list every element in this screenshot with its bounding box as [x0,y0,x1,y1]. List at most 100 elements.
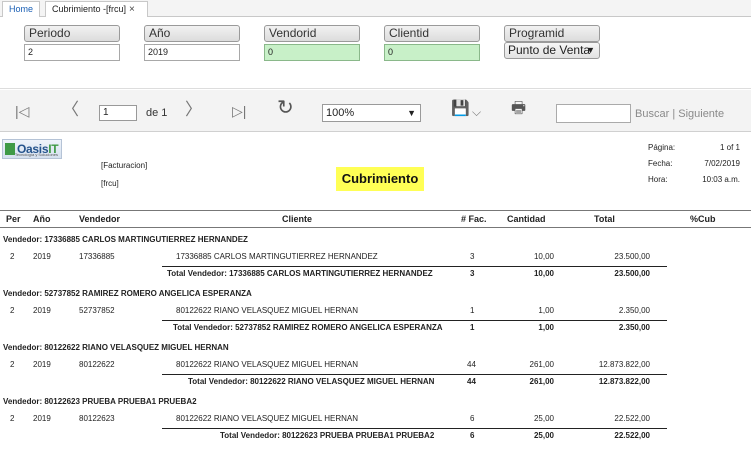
zoom-value: 100% [326,107,355,119]
tab-home[interactable]: Home [2,1,41,17]
cell-cliente: 80122622 RIANO VELASQUEZ MIGUEL HERNAN [176,414,358,423]
col-cliente: Cliente [282,214,313,224]
date-value: 7/02/2019 [704,159,740,168]
cell-anio: 2019 [33,306,51,315]
cell-total: 22.522,00 [614,414,650,423]
total-row: Total Vendedor: 80122622 RIANO VELASQUEZ… [0,373,751,391]
save-icon[interactable]: 💾 [451,101,470,117]
find-link[interactable]: Buscar [635,108,669,120]
page-number-input[interactable]: 1 [99,105,137,121]
find-next-link[interactable]: Siguiente [678,108,724,120]
cell-per: 2 [10,306,15,315]
group-header-label: Vendedor: 80122623 PRUEBA PRUEBA1 PRUEBA… [3,397,197,406]
group-header: Vendedor: 17336885 CARLOS MARTINGUTIERRE… [0,231,751,249]
find-separator: | [672,108,676,120]
group-header: Vendedor: 80122622 RIANO VELASQUEZ MIGUE… [0,339,751,357]
cell-cantidad: 261,00 [529,360,554,369]
group-header-label: Vendedor: 80122622 RIANO VELASQUEZ MIGUE… [3,343,229,352]
chevron-down-icon[interactable]: ⌵ [472,104,481,120]
programid-select[interactable]: Punto de Venta ▼ [504,42,600,59]
cell-cantidad: 10,00 [533,252,554,261]
column-header-row: Per Año Vendedor Cliente # Fac. Cantidad… [0,210,751,228]
tab-bar: Home Cubrimiento -[frcu] × [0,0,751,17]
col-anio: Año [33,214,51,224]
page-label: Página: [648,143,676,152]
logo-subtitle: Tecnología y Soluciones [14,152,58,157]
page-value: 1 of 1 [719,143,740,152]
programid-value: Punto de Venta [508,43,591,57]
cell-vendedor: 52737852 [79,306,115,315]
total-label: Total Vendedor: 80122622 RIANO VELASQUEZ… [188,377,435,386]
tab-home-label: Home [9,4,34,14]
cell-cliente: 17336885 CARLOS MARTINGUTIERREZ HERNANDE… [176,252,378,261]
date-label: Fecha: [648,159,673,168]
col-fac: # Fac. [461,214,487,224]
cell-per: 2 [10,414,15,423]
previous-page-icon[interactable]: 〈 [62,101,79,118]
dropdown-arrow-icon: ▼ [407,108,416,118]
last-page-icon[interactable]: ▷| [232,103,246,119]
close-icon[interactable]: × [129,4,135,15]
vendorid-input[interactable]: 0 [264,44,360,61]
periodo-input[interactable]: 2 [24,44,120,61]
report-toolbar: |◁ 〈 1 de 1 〉 ▷| ↻ 100% ▼ 💾 ⌵ 🖶 Buscar |… [0,90,751,132]
cell-cantidad: 25,00 [533,414,554,423]
cell-vendedor: 80122623 [79,414,115,423]
logo-mark-icon [5,143,15,155]
cell-fac: 1 [470,306,475,315]
report-code: [frcu] [101,179,119,188]
page-count-label: de 1 [146,107,168,119]
vendorid-label: Vendorid [264,25,360,42]
cell-vendedor: 80122622 [79,360,115,369]
total-cantidad: 10,00 [533,269,554,278]
periodo-label: Periodo [24,25,120,42]
cell-total: 12.873.822,00 [598,360,650,369]
group-header: Vendedor: 80122623 PRUEBA PRUEBA1 PRUEBA… [0,393,751,411]
total-cantidad: 25,00 [533,431,554,440]
cell-per: 2 [10,360,15,369]
first-page-icon[interactable]: |◁ [15,103,29,119]
total-fac: 6 [470,431,475,440]
company-logo: OasisIT Tecnología y Soluciones [2,139,62,159]
next-page-icon[interactable]: 〉 [185,101,202,118]
tab-report[interactable]: Cubrimiento -[frcu] × [45,1,148,17]
col-cantidad: Cantidad [507,214,546,224]
col-total: Total [594,214,615,224]
total-label: Total Vendedor: 80122623 PRUEBA PRUEBA1 … [220,431,435,440]
cell-cantidad: 1,00 [538,306,554,315]
table-row: 2 2019 80122623 80122622 RIANO VELASQUEZ… [0,410,751,428]
report-page: OasisIT Tecnología y Soluciones [Factura… [0,133,751,450]
total-amount: 23.500,00 [614,269,650,278]
anio-input[interactable]: 2019 [144,44,240,61]
cell-anio: 2019 [33,414,51,423]
cell-cliente: 80122622 RIANO VELASQUEZ MIGUEL HERNAN [176,360,358,369]
table-row: 2 2019 52737852 80122622 RIANO VELASQUEZ… [0,302,751,320]
clientid-input[interactable]: 0 [384,44,480,61]
cell-total: 23.500,00 [614,252,650,261]
cell-per: 2 [10,252,15,261]
total-fac: 44 [467,377,476,386]
total-label: Total Vendedor: 52737852 RAMIREZ ROMERO … [173,323,443,332]
cell-anio: 2019 [33,360,51,369]
parameter-panel: Periodo 2 Año 2019 Vendorid 0 Clientid 0… [0,18,751,89]
refresh-icon[interactable]: ↻ [277,98,294,118]
report-module: [Facturacion] [101,161,148,170]
search-input[interactable] [556,104,631,123]
col-vendedor: Vendedor [79,214,121,224]
cell-fac: 44 [467,360,476,369]
group-header: Vendedor: 52737852 RAMIREZ ROMERO ANGELI… [0,285,751,303]
group-header-label: Vendedor: 17336885 CARLOS MARTINGUTIERRE… [3,235,248,244]
cell-fac: 3 [470,252,475,261]
total-cantidad: 261,00 [529,377,554,386]
table-row: 2 2019 80122622 80122622 RIANO VELASQUEZ… [0,356,751,374]
col-per: Per [6,214,21,224]
dropdown-arrow-icon: ▼ [586,45,595,55]
cell-vendedor: 17336885 [79,252,115,261]
print-icon[interactable]: 🖶 [511,101,526,117]
total-amount: 2.350,00 [618,323,650,332]
group-header-label: Vendedor: 52737852 RAMIREZ ROMERO ANGELI… [3,289,252,298]
zoom-select[interactable]: 100% ▼ [322,104,421,122]
cell-anio: 2019 [33,252,51,261]
search-links: Buscar | Siguiente [635,108,724,120]
anio-label: Año [144,25,240,42]
